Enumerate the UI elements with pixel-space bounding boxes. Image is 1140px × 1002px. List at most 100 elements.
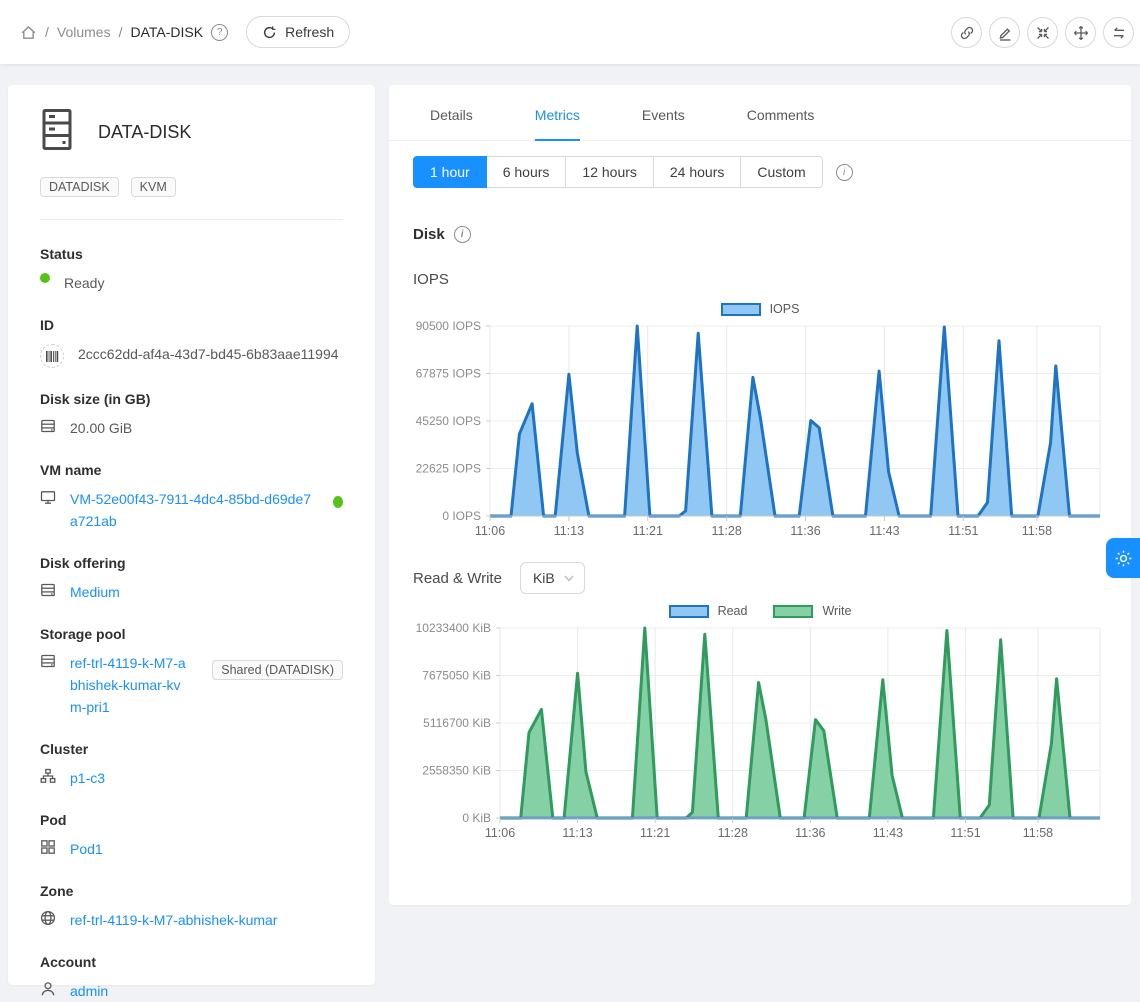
unit-select[interactable]: KiB [520, 562, 585, 594]
breadcrumb-separator-2: / [119, 24, 123, 40]
link-icon [959, 25, 975, 41]
vm-status-dot [333, 496, 343, 508]
home-icon[interactable] [20, 24, 37, 41]
field-value-zone[interactable]: ref-trl-4119-k-M7-abhishek-kumar [70, 909, 277, 931]
header-actions [951, 17, 1134, 48]
time-range-24-hours[interactable]: 24 hours [654, 156, 741, 188]
shrink-icon [1035, 25, 1051, 41]
svg-text:11:58: 11:58 [1023, 826, 1053, 840]
iops-chart-title: IOPS [413, 271, 1107, 288]
refresh-button[interactable]: Refresh [246, 16, 350, 48]
page-title: DATA-DISK [98, 122, 191, 143]
refresh-icon [262, 25, 277, 40]
move-action-button[interactable] [1065, 17, 1096, 48]
svg-text:45250 IOPS: 45250 IOPS [416, 414, 481, 428]
tab-events[interactable]: Events [642, 107, 685, 140]
field-value-status: Ready [64, 272, 104, 294]
field-pod: PodPod1 [40, 812, 343, 860]
svg-text:90500 IOPS: 90500 IOPS [416, 320, 481, 333]
tab-metrics[interactable]: Metrics [535, 107, 580, 141]
field-value-id: 2ccc62dd-af4a-43d7-bd45-6b83aae11994 [78, 343, 339, 365]
breadcrumb-separator: / [45, 24, 49, 40]
svg-text:11:21: 11:21 [640, 826, 670, 840]
resource-sidebar: DATA-DISK DATADISK KVM Status Ready ID2ccc6… [8, 85, 375, 985]
field-value-disk-size: 20.00 GiB [70, 417, 132, 439]
time-range-12-hours[interactable]: 12 hours [566, 156, 653, 188]
svg-text:0 IOPS: 0 IOPS [442, 509, 481, 523]
field-value-cluster[interactable]: p1-c3 [70, 767, 105, 789]
tab-comments[interactable]: Comments [747, 107, 815, 140]
legend-item-read: Read [669, 602, 748, 620]
svg-text:5116700 KiB: 5116700 KiB [423, 716, 491, 730]
field-value-account[interactable]: admin [70, 980, 108, 1002]
svg-text:11:13: 11:13 [554, 524, 584, 538]
edit-action-button[interactable] [989, 17, 1020, 48]
time-range-group: 1 hour6 hours12 hours24 hoursCustom [413, 156, 823, 188]
field-label: Storage pool [40, 626, 343, 642]
field-value-disk-offering[interactable]: Medium [70, 581, 120, 603]
breadcrumb-volumes[interactable]: Volumes [57, 24, 111, 40]
disk-info-icon[interactable]: i [454, 226, 471, 243]
breadcrumb-current: DATA-DISK [130, 24, 203, 40]
legend-swatch [773, 605, 813, 618]
time-range-custom[interactable]: Custom [741, 156, 822, 188]
rw-chart: 10233400 KiB 7675050 KiB 5116700 KiB 255835… [413, 622, 1107, 846]
hdd-icon [40, 418, 56, 434]
tab-details[interactable]: Details [430, 107, 473, 140]
top-header: / Volumes / DATA-DISK ? Refresh [0, 0, 1140, 64]
svg-text:11:13: 11:13 [562, 826, 592, 840]
field-label: VM name [40, 462, 343, 478]
breadcrumb: / Volumes / DATA-DISK ? Refresh [20, 16, 350, 48]
field-label: Cluster [40, 741, 343, 757]
user-icon [40, 981, 56, 997]
volume-icon [40, 108, 74, 156]
field-label: Zone [40, 883, 343, 899]
svg-text:11:58: 11:58 [1022, 524, 1052, 538]
swap-icon [1111, 25, 1127, 41]
resource-tag: KVM [131, 177, 176, 197]
legend-swatch [721, 303, 761, 316]
field-id: ID2ccc62dd-af4a-43d7-bd45-6b83aae11994 [40, 317, 343, 368]
time-range-6-hours[interactable]: 6 hours [487, 156, 567, 188]
resource-tag: DATADISK [40, 177, 119, 197]
desktop-icon [40, 489, 56, 505]
gear-icon [1114, 549, 1133, 568]
field-label: Disk size (in GB) [40, 391, 343, 407]
settings-fab[interactable] [1106, 538, 1140, 578]
svg-text:10233400 KiB: 10233400 KiB [416, 622, 491, 635]
field-account: Accountadmin [40, 954, 343, 1002]
time-range-info-icon[interactable]: i [836, 164, 853, 181]
shrink-action-button[interactable] [1027, 17, 1058, 48]
field-vm-name: VM name VM-52e00f43-7911-4dc4-85bd-d69de7… [40, 462, 343, 532]
field-label: Status [40, 246, 343, 262]
hdd-icon [40, 653, 56, 669]
svg-text:22625 IOPS: 22625 IOPS [416, 462, 481, 476]
hdd-icon [40, 582, 56, 598]
svg-text:7675050 KiB: 7675050 KiB [422, 669, 491, 683]
grid-icon [40, 839, 56, 855]
divider [40, 219, 343, 220]
swap-action-button[interactable] [1103, 17, 1134, 48]
svg-text:67875 IOPS: 67875 IOPS [416, 367, 481, 381]
field-disk-offering: Disk offeringMedium [40, 555, 343, 603]
field-value-storage-pool[interactable]: ref-trl-4119-k-M7-abhishek-kumar-kvm-pri… [70, 652, 188, 718]
rw-chart-title: Read & Write [413, 570, 502, 587]
tab-bar: Details Metrics Events Comments [389, 85, 1131, 141]
svg-text:11:06: 11:06 [475, 524, 505, 538]
help-icon[interactable]: ? [211, 24, 228, 41]
field-disk-size: Disk size (in GB) 20.00 GiB [40, 391, 343, 439]
rw-legend: ReadWrite [413, 602, 1107, 620]
disk-section-title: Disk [413, 226, 445, 243]
time-range-1-hour[interactable]: 1 hour [413, 156, 487, 188]
field-cluster: Cluster p1-c3 [40, 741, 343, 789]
globe-icon [40, 910, 56, 926]
field-value-pod[interactable]: Pod1 [70, 838, 103, 860]
resource-fields: Status Ready ID2ccc62dd-af4a-43d7-bd45-6b8… [40, 246, 343, 1002]
svg-text:11:51: 11:51 [950, 826, 980, 840]
legend-swatch [669, 605, 709, 618]
barcode-icon [40, 344, 64, 368]
svg-text:2558350 KiB: 2558350 KiB [422, 764, 491, 778]
link-action-button[interactable] [951, 17, 982, 48]
field-value-vm-name[interactable]: VM-52e00f43-7911-4dc4-85bd-d69de7a721ab [70, 488, 319, 532]
svg-text:0 KiB: 0 KiB [462, 811, 491, 825]
